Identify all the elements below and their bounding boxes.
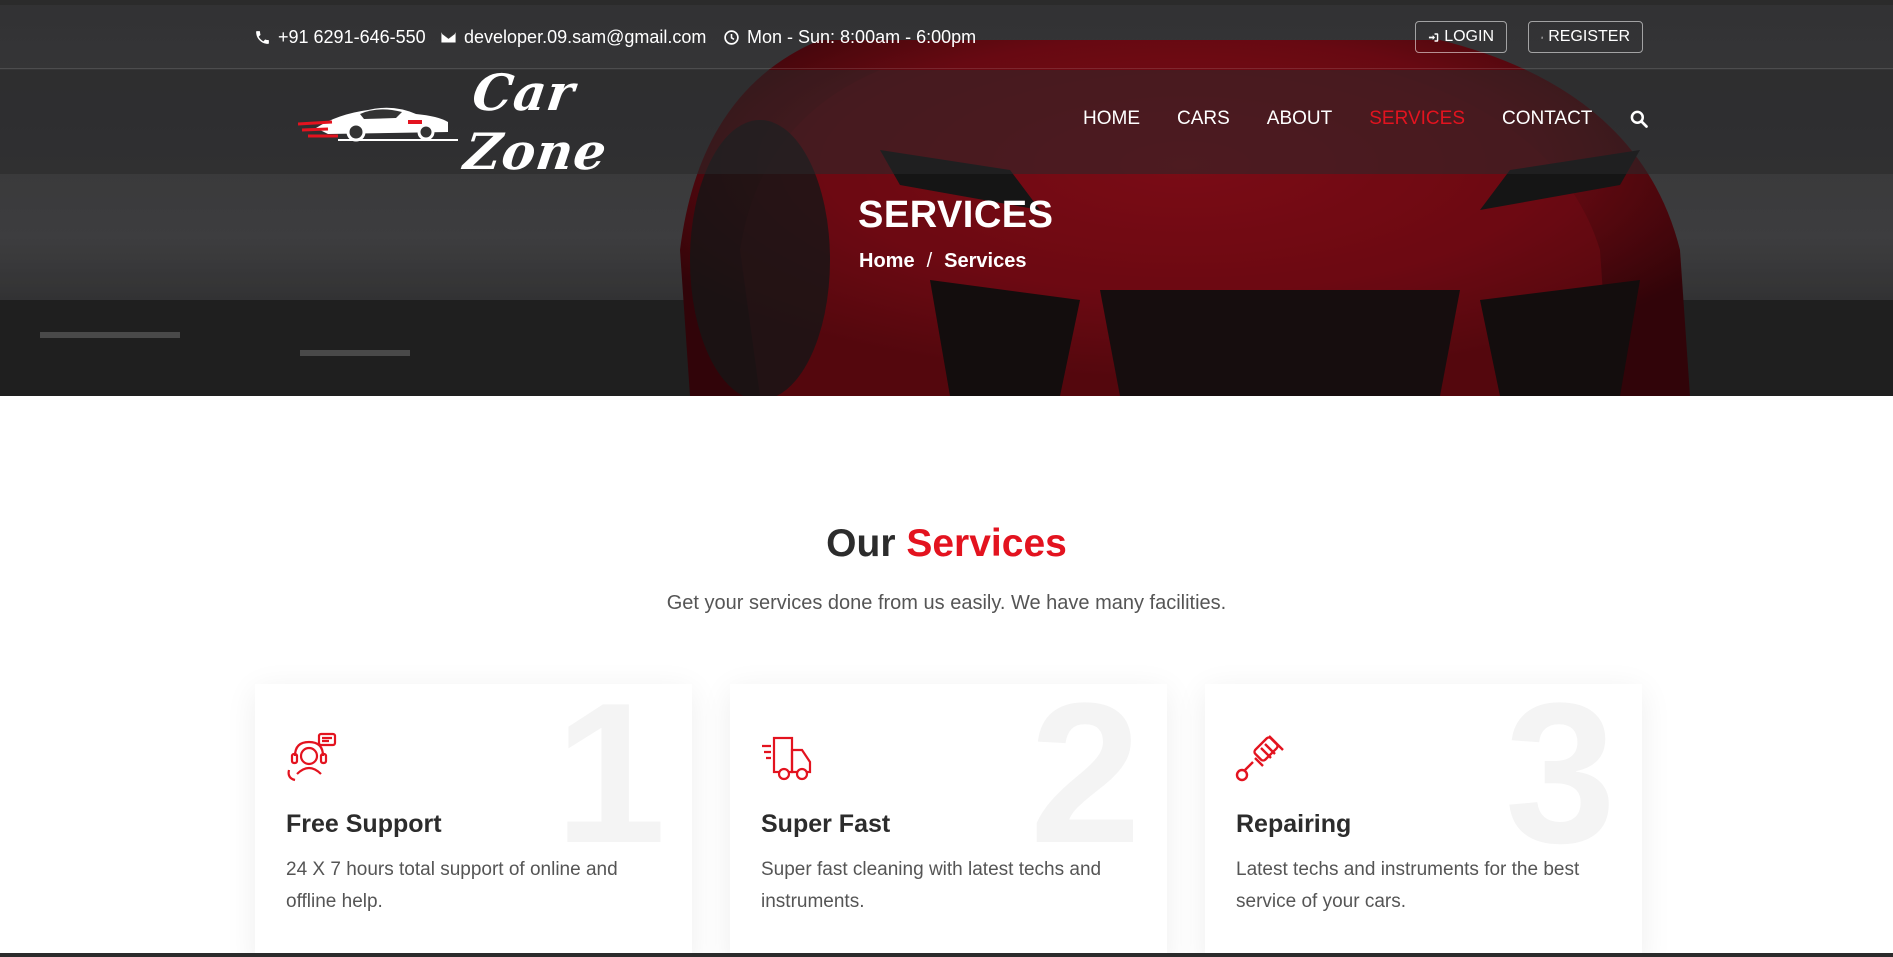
- page-title: SERVICES: [858, 194, 1054, 236]
- contact-email[interactable]: developer.09.sam@gmail.com: [440, 27, 706, 48]
- delivery-truck-icon: [760, 732, 812, 784]
- service-card: 3 Repairing Latest techs and instruments…: [1205, 674, 1642, 957]
- support-agent-icon: [285, 732, 337, 784]
- nav-item-home[interactable]: HOME: [1083, 108, 1140, 130]
- search-icon[interactable]: [1629, 109, 1649, 129]
- card-title: Repairing: [1236, 810, 1352, 838]
- phone-icon: [256, 31, 269, 44]
- contact-phone[interactable]: +91 6291-646-550: [254, 27, 426, 48]
- breadcrumb-home[interactable]: Home: [859, 250, 915, 273]
- nav-item-services[interactable]: SERVICES: [1369, 108, 1465, 130]
- card-title: Free Support: [286, 810, 442, 838]
- breadcrumb-separator: /: [926, 250, 933, 272]
- card-description: Super fast cleaning with latest techs an…: [761, 859, 1102, 912]
- phone-number: +91 6291-646-550: [278, 27, 426, 47]
- service-card: 1 Free Support 24 X 7 hours total suppor…: [255, 674, 692, 957]
- opening-hours: Mon - Sun: 8:00am - 6:00pm: [747, 27, 977, 47]
- main-navigation: HOME CARS ABOUT SERVICES CONTACT: [1083, 108, 1649, 130]
- car-logo-icon: [298, 107, 458, 142]
- login-label: LOGIN: [1444, 28, 1494, 45]
- breadcrumb: Home / Services: [859, 250, 1026, 273]
- register-button[interactable]: REGISTER: [1528, 21, 1643, 53]
- card-number: 1: [554, 662, 666, 885]
- card-title: Super Fast: [761, 810, 891, 838]
- site-logo[interactable]: Car Zone: [298, 63, 678, 181]
- heading-accent: Services: [906, 522, 1067, 565]
- card-number: 2: [1029, 662, 1141, 885]
- breadcrumb-current: Services: [944, 250, 1027, 272]
- card-description: Latest techs and instruments for the bes…: [1236, 859, 1580, 912]
- sign-in-icon: [1428, 32, 1439, 42]
- card-description: 24 X 7 hours total support of online and…: [286, 859, 618, 912]
- nav-item-about[interactable]: ABOUT: [1267, 108, 1332, 130]
- email-address: developer.09.sam@gmail.com: [464, 27, 707, 47]
- nav-item-contact[interactable]: CONTACT: [1502, 108, 1592, 130]
- user-icon: [1541, 36, 1543, 38]
- login-button[interactable]: LOGIN: [1415, 21, 1507, 53]
- spark-plug-icon: [1235, 732, 1287, 784]
- heading-plain: Our: [826, 522, 896, 565]
- nav-item-cars[interactable]: CARS: [1177, 108, 1230, 130]
- top-bar: +91 6291-646-550 developer.09.sam@gmail.…: [0, 5, 1893, 69]
- envelope-icon: [441, 32, 456, 43]
- card-number: 3: [1504, 662, 1616, 885]
- window-bottom-edge: [0, 953, 1893, 957]
- service-card: 2 Super Fast Super fast cleaning with la…: [730, 674, 1167, 957]
- section-heading: Our Services: [0, 522, 1893, 566]
- section-subheading: Get your services done from us easily. W…: [666, 592, 1227, 614]
- clock-icon: [724, 30, 739, 45]
- brand-name: Car Zone: [460, 63, 612, 181]
- contact-hours: Mon - Sun: 8:00am - 6:00pm: [723, 27, 976, 48]
- register-label: REGISTER: [1548, 28, 1630, 45]
